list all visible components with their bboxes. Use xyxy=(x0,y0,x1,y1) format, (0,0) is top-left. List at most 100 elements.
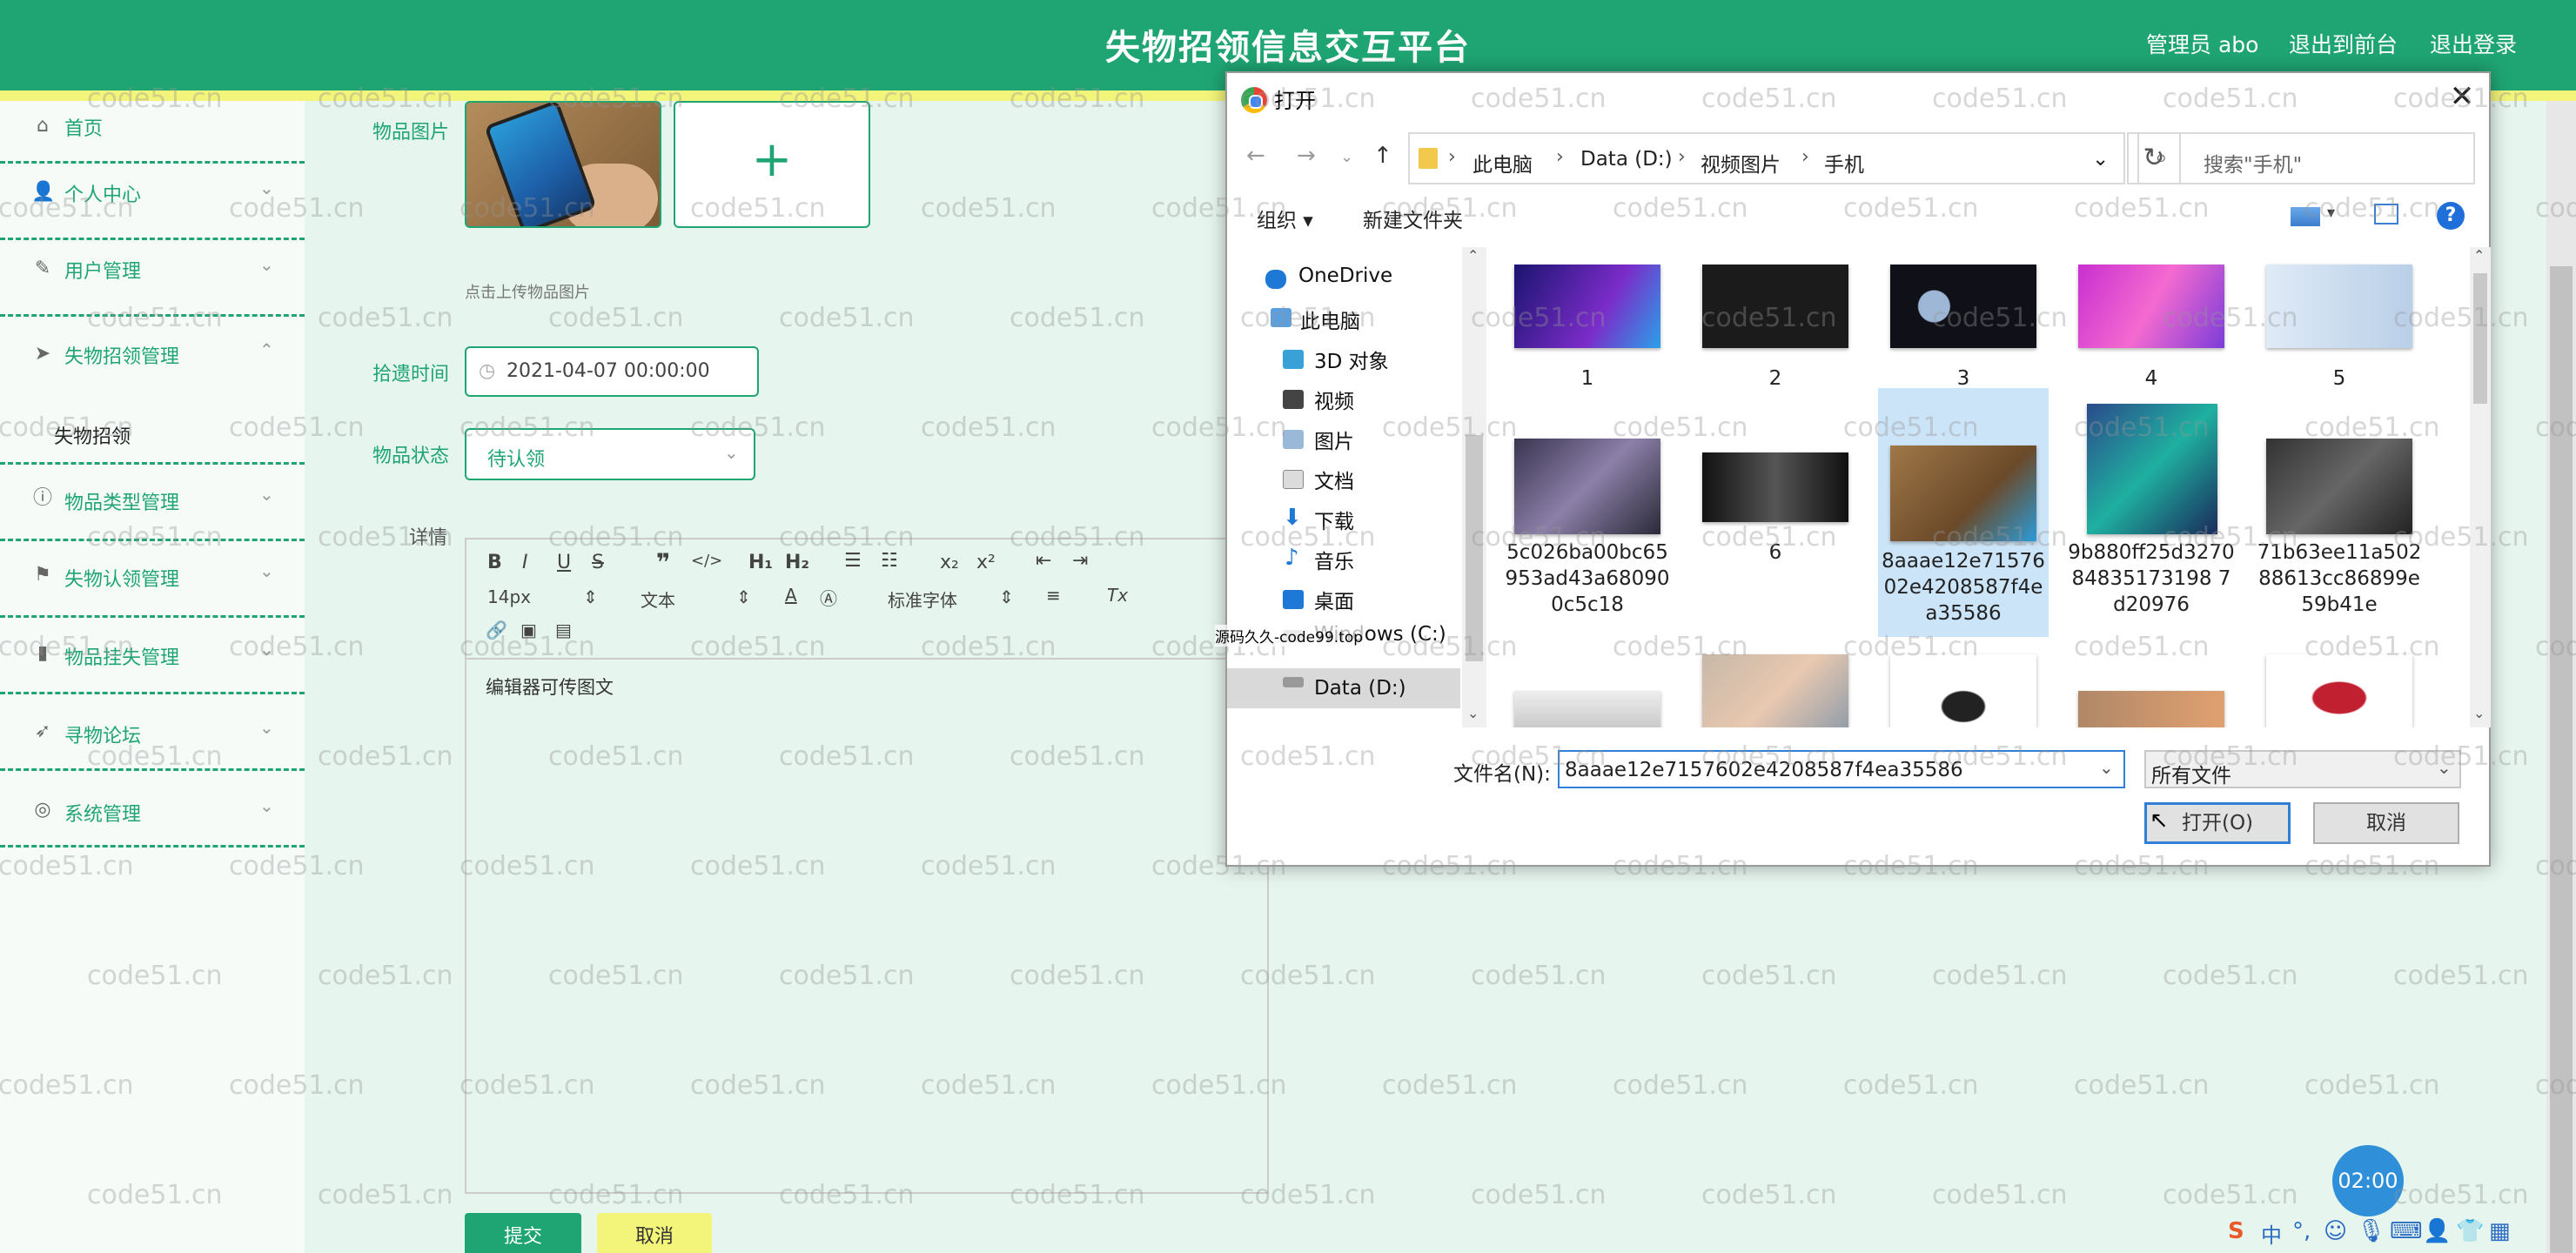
sidebar-item-item-types[interactable]: ⓘ 物品类型管理 ⌄ xyxy=(0,465,305,541)
organize-menu[interactable]: 组织 ▾ xyxy=(1257,204,1313,233)
ime-chinese-icon[interactable]: 中 xyxy=(2261,1218,2282,1249)
file-grid-scrollbar-thumb[interactable] xyxy=(2473,273,2487,404)
file-item[interactable]: 5c026ba00bc65953ad43a680900c5c18 xyxy=(1502,395,1673,639)
text-style-select[interactable]: 文本 xyxy=(641,586,675,612)
file-item[interactable]: 5 xyxy=(2254,256,2425,390)
cancel-button[interactable]: 取消 xyxy=(597,1213,712,1253)
heading1-button[interactable]: H₁ xyxy=(748,552,773,573)
file-item[interactable]: 6 xyxy=(1690,395,1861,639)
back-arrow-icon[interactable]: ← xyxy=(1246,143,1265,169)
microphone-icon[interactable]: 🎙 xyxy=(2357,1218,2385,1244)
breadcrumb-data-d[interactable]: Data (D:) xyxy=(1580,148,1673,171)
scroll-up-icon[interactable]: ⌃ xyxy=(1467,247,1479,264)
help-icon[interactable]: ? xyxy=(2437,202,2465,230)
filetype-select[interactable]: 所有文件 ⌄ xyxy=(2144,750,2461,788)
sidebar-subitem-lost-found[interactable]: 失物招领 xyxy=(0,404,305,465)
breadcrumb-phone[interactable]: 手机 xyxy=(1824,148,1864,178)
file-item[interactable] xyxy=(2066,647,2237,727)
nav-pictures[interactable]: 图片 xyxy=(1314,425,1354,454)
scroll-up-icon[interactable]: ⌃ xyxy=(2473,247,2485,264)
font-color-button[interactable]: A xyxy=(785,585,797,606)
skin-icon[interactable]: 👕 xyxy=(2456,1218,2484,1244)
file-item[interactable] xyxy=(1502,647,1673,727)
strike-button[interactable]: S xyxy=(592,552,604,573)
status-select[interactable]: 待认领 ⌄ xyxy=(465,428,755,480)
file-item[interactable] xyxy=(2254,647,2425,727)
scroll-down-icon[interactable]: ⌄ xyxy=(1467,705,1479,721)
heading2-button[interactable]: H₂ xyxy=(785,552,809,573)
link-icon[interactable]: 🔗 xyxy=(486,620,507,640)
grid-menu-icon[interactable]: ▦ xyxy=(2489,1218,2511,1244)
sogou-icon[interactable]: S xyxy=(2228,1218,2244,1244)
italic-button[interactable]: I xyxy=(522,552,528,573)
logout-link[interactable]: 退出登录 xyxy=(2430,28,2517,59)
file-grid-scrollbar[interactable]: ⌃ ⌄ xyxy=(2470,247,2491,727)
nav-downloads[interactable]: 下载 xyxy=(1314,505,1354,534)
nav-3d-objects[interactable]: 3D 对象 xyxy=(1314,345,1389,374)
underline-button[interactable]: U xyxy=(557,552,571,573)
page-scrollbar-thumb[interactable] xyxy=(2550,266,2573,1253)
file-item[interactable]: 4 xyxy=(2066,256,2237,390)
scroll-down-icon[interactable]: ⌄ xyxy=(2473,705,2485,721)
nav-videos[interactable]: 视频 xyxy=(1314,385,1354,414)
ordered-list-button[interactable]: ☰ xyxy=(844,550,862,572)
recent-dropdown-icon[interactable]: ⌄ xyxy=(1340,148,1353,166)
punctuation-icon[interactable]: °, xyxy=(2292,1218,2311,1244)
nav-documents[interactable]: 文档 xyxy=(1314,465,1354,494)
user-tray-icon[interactable]: 👤 xyxy=(2423,1218,2451,1244)
align-button[interactable]: ≡ xyxy=(1046,585,1061,606)
file-item[interactable]: 1 xyxy=(1502,256,1673,390)
bullet-list-button[interactable]: ☷ xyxy=(881,550,898,572)
emoji-icon[interactable]: ☺ xyxy=(2324,1218,2347,1244)
page-scrollbar[interactable] xyxy=(2546,101,2576,1253)
sidebar-item-lost-found[interactable]: ➤ 失物招领管理 ⌃ xyxy=(0,317,305,404)
search-box[interactable]: ⌕ 搜索"手机" xyxy=(2137,132,2475,184)
new-folder-button[interactable]: 新建文件夹 xyxy=(1363,204,1463,233)
chevron-down-icon[interactable]: ⌄ xyxy=(2092,148,2109,171)
uploaded-image-thumbnail[interactable] xyxy=(465,101,661,228)
sidebar-item-claims[interactable]: ⚑ 失物认领管理 ⌄ xyxy=(0,541,305,618)
nav-this-pc[interactable]: 此电脑 xyxy=(1300,305,1360,334)
sidebar-item-profile[interactable]: 👤 个人中心 ⌄ xyxy=(0,164,305,240)
file-item[interactable]: 9b880ff25d327084835173198 7d20976 xyxy=(2066,395,2237,639)
quote-button[interactable]: ❞ xyxy=(656,548,670,577)
sidebar-item-home[interactable]: ⌂ 首页 xyxy=(0,101,305,164)
keyboard-icon[interactable]: ⌨ xyxy=(2390,1218,2423,1244)
file-item[interactable] xyxy=(1690,647,1861,727)
sidebar-item-system[interactable]: ◎ 系统管理 ⌄ xyxy=(0,771,305,848)
file-item-selected[interactable]: 8aaae12e7157602e4208587f4ea35586 xyxy=(1878,388,2049,637)
bold-button[interactable]: B xyxy=(487,552,502,573)
dialog-cancel-button[interactable]: 取消 xyxy=(2313,802,2459,844)
rich-text-editor[interactable]: B I U S ❞ </> H₁ H₂ ☰ ☷ x₂ x² ⇤ ⇥ 14px ⇕… xyxy=(465,538,1269,1194)
image-icon[interactable]: ▣ xyxy=(520,620,537,640)
nav-scrollbar[interactable]: ⌃ ⌄ xyxy=(1462,247,1486,727)
clear-format-button[interactable]: Tx xyxy=(1107,585,1128,606)
breadcrumb-video-images[interactable]: 视频图片 xyxy=(1701,148,1781,178)
submit-button[interactable]: 提交 xyxy=(465,1213,581,1253)
nav-onedrive[interactable]: OneDrive xyxy=(1298,265,1392,287)
superscript-button[interactable]: x² xyxy=(976,552,996,573)
view-options-icon[interactable] xyxy=(2291,207,2320,226)
code-button[interactable]: </> xyxy=(691,552,722,570)
close-button[interactable]: ✕ xyxy=(2440,77,2484,117)
file-item[interactable]: 3 xyxy=(1878,256,2049,390)
nav-music[interactable]: 音乐 xyxy=(1314,545,1354,574)
sidebar-item-forum[interactable]: ➶ 寻物论坛 ⌄ xyxy=(0,694,305,771)
chevron-down-icon[interactable]: ▾ xyxy=(2327,204,2357,230)
sidebar-item-users[interactable]: ✎ 用户管理 ⌄ xyxy=(0,240,305,317)
file-item[interactable]: 2 xyxy=(1690,256,1861,390)
file-item[interactable]: 71b63ee11a50288613cc86899e59b41e xyxy=(2254,395,2425,639)
back-to-front-link[interactable]: 退出到前台 xyxy=(2289,28,2398,59)
indent-button[interactable]: ⇥ xyxy=(1072,550,1088,572)
font-size-select[interactable]: 14px xyxy=(487,586,531,607)
video-icon[interactable]: ▤ xyxy=(555,620,572,640)
nav-scrollbar-thumb[interactable] xyxy=(1466,435,1483,661)
sidebar-item-lost-report[interactable]: ▮ 物品挂失管理 ⌄ xyxy=(0,618,305,694)
address-bar[interactable]: › 此电脑 › Data (D:) › 视频图片 › 手机 ⌄ xyxy=(1408,132,2125,184)
forward-arrow-icon[interactable]: → xyxy=(1297,143,1316,169)
subscript-button[interactable]: x₂ xyxy=(940,552,959,573)
pickup-time-input[interactable]: ◷ 2021-04-07 00:00:00 xyxy=(465,346,759,397)
nav-drive-d[interactable]: Data (D:) xyxy=(1314,677,1406,700)
add-image-button[interactable]: + xyxy=(674,101,870,228)
file-item[interactable] xyxy=(1878,647,2049,727)
